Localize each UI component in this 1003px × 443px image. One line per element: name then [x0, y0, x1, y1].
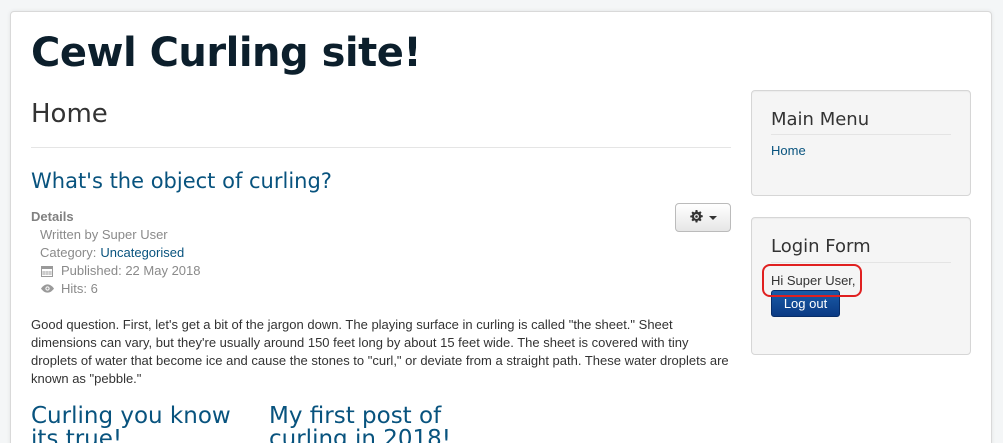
menu-item-home[interactable]: Home [771, 143, 806, 158]
article-published: Published: 22 May 2018 [40, 263, 200, 278]
article-title-link[interactable]: What's the object of curling? [31, 169, 332, 193]
heading-divider [31, 147, 731, 148]
published-text: Published: 22 May 2018 [61, 263, 201, 278]
category-link[interactable]: Uncategorised [100, 245, 184, 260]
site-title[interactable]: Cewl Curling site! [31, 30, 422, 76]
eye-icon [40, 282, 54, 295]
article-teaser-title-link[interactable]: My first post of curling in 2018! [269, 405, 451, 443]
article-author: Written by Super User [40, 227, 168, 242]
main-menu-module: Main Menu Home [751, 90, 971, 196]
chevron-down-icon [708, 215, 717, 220]
login-form-divider [771, 262, 951, 263]
user-greeting: Hi Super User, [771, 273, 856, 288]
article-hits: Hits: 6 [40, 281, 98, 296]
main-menu-title: Main Menu [771, 109, 870, 130]
category-label: Category: [40, 245, 97, 260]
calendar-icon [40, 264, 54, 277]
main-menu-divider [771, 134, 951, 135]
logout-button[interactable]: Log out [771, 290, 840, 317]
author-text: Written by Super User [40, 227, 168, 242]
login-form-module: Login Form Hi Super User, Log out [751, 217, 971, 355]
login-form-title: Login Form [771, 236, 871, 257]
article-options-button[interactable] [675, 203, 731, 232]
article-category: Category: Uncategorised [40, 245, 184, 260]
page-heading: Home [31, 99, 108, 129]
article-teaser-title-link[interactable]: Curling you know its true! [31, 405, 231, 443]
gear-icon [689, 209, 703, 226]
article-intro-text: Good question. First, let's get a bit of… [31, 317, 729, 386]
article-details-label: Details [31, 209, 74, 224]
hits-text: Hits: 6 [61, 281, 98, 296]
